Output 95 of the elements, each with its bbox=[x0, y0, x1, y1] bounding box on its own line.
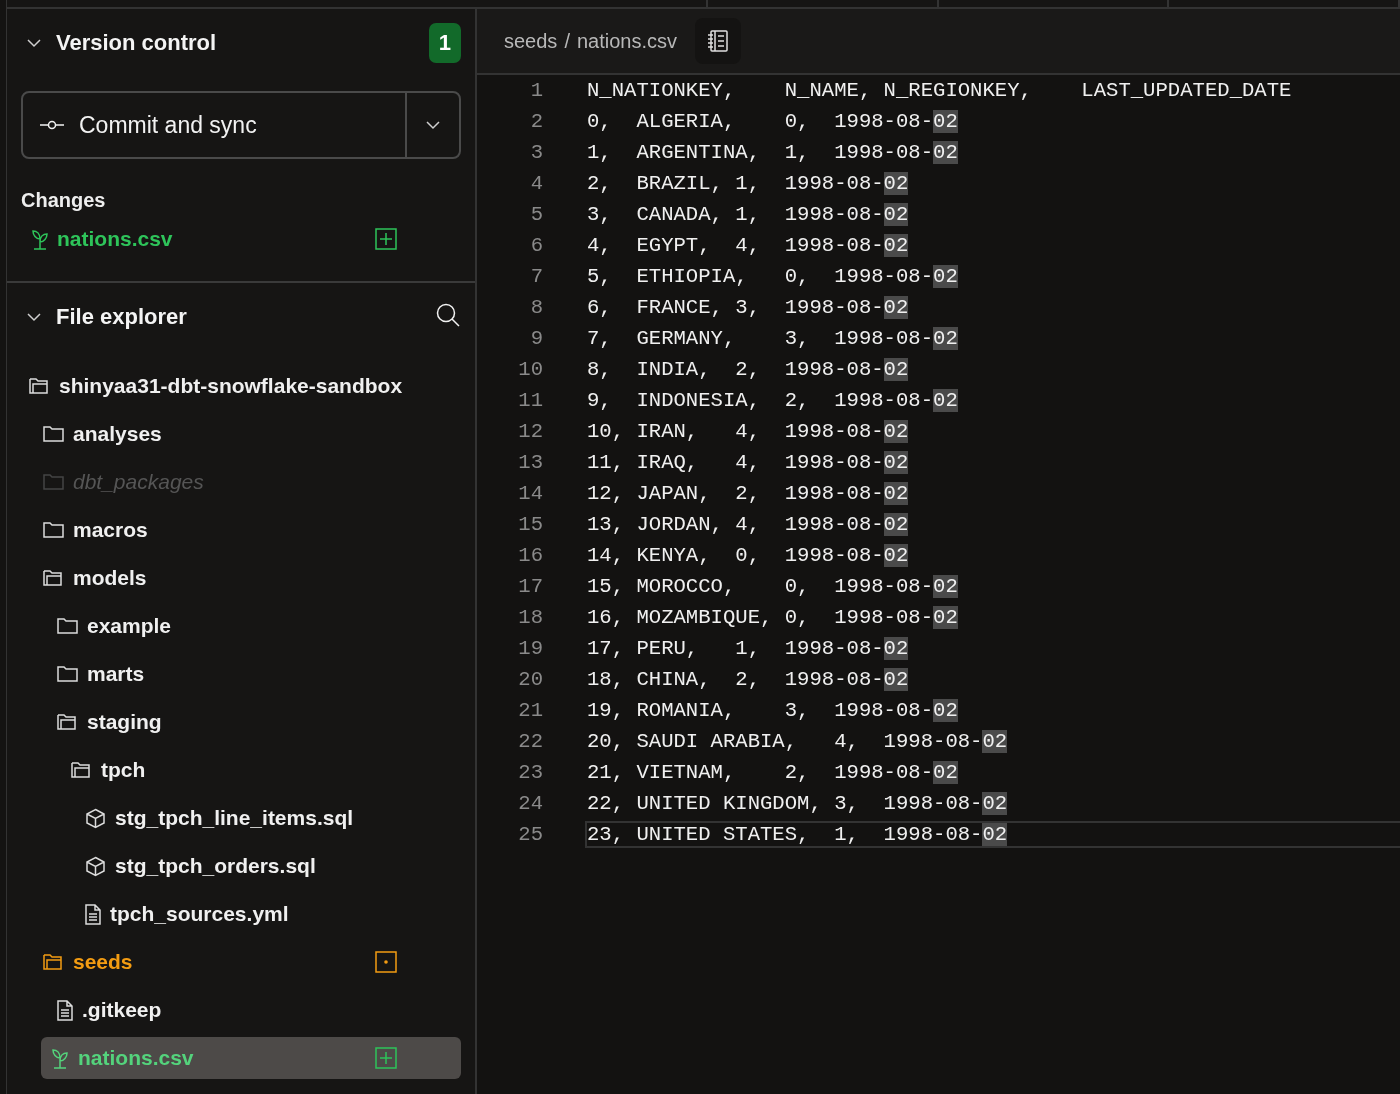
folder-item[interactable]: seeds bbox=[1, 938, 461, 986]
folder-item[interactable]: marts bbox=[1, 650, 461, 698]
code-line: 14, KENYA, 0, 1998-08-02 bbox=[587, 544, 910, 567]
folder-icon bbox=[57, 617, 78, 635]
line-number: 23 bbox=[517, 761, 543, 784]
line-number: 18 bbox=[517, 606, 543, 629]
folder-item[interactable]: shinyaa31-dbt-snowflake-sandbox bbox=[1, 362, 461, 410]
file-item[interactable]: stg_tpch_orders.sql bbox=[1, 842, 461, 890]
breadcrumb-separator: / bbox=[564, 29, 570, 53]
changes-label: Changes bbox=[21, 189, 107, 212]
code-line: 16, MOZAMBIQUE, 0, 1998-08-02 bbox=[587, 606, 959, 629]
file-item[interactable]: .gitkeep bbox=[1, 986, 461, 1034]
line-number: 6 bbox=[529, 234, 543, 257]
count-badge: 1 bbox=[428, 23, 461, 63]
code-line: 12, JAPAN, 2, 1998-08-02 bbox=[587, 482, 910, 505]
code-line: 21, VIETNAM, 2, 1998-08-02 bbox=[587, 761, 959, 784]
line-number: 5 bbox=[529, 203, 543, 226]
line-number: 7 bbox=[529, 265, 543, 288]
folder-item[interactable]: analyses bbox=[1, 410, 461, 458]
line-number: 8 bbox=[529, 296, 543, 319]
line-number: 3 bbox=[529, 141, 543, 164]
code-line: 1, ARGENTINA, 1, 1998-08-02 bbox=[587, 141, 959, 164]
code-line: N_NATIONKEY, N_NAME, N_REGIONKEY, LAST_UPDATED_DATE bbox=[587, 79, 1293, 102]
cube-icon bbox=[85, 807, 106, 829]
commit-icon bbox=[39, 120, 65, 130]
breadcrumb-item[interactable]: nations.csv bbox=[576, 29, 677, 53]
line-number: 21 bbox=[517, 699, 543, 722]
open-folder-icon bbox=[43, 569, 64, 587]
changed-file-item[interactable]: nations.csv bbox=[21, 219, 461, 259]
open-folder-icon bbox=[57, 713, 78, 731]
folder-item[interactable]: tpch bbox=[1, 746, 461, 794]
code-line: 8, INDIA, 2, 1998-08-02 bbox=[587, 358, 910, 381]
line-number: 24 bbox=[517, 792, 543, 815]
code-line: 15, MOROCCO, 0, 1998-08-02 bbox=[587, 575, 959, 598]
line-number: 22 bbox=[517, 730, 543, 753]
section-header[interactable]: File explorer bbox=[21, 304, 187, 330]
chevron-icon bbox=[26, 312, 42, 322]
code-line: 19, ROMANIA, 3, 1998-08-02 bbox=[587, 699, 959, 722]
open-folder-icon bbox=[71, 761, 92, 779]
code-line: 7, GERMANY, 3, 1998-08-02 bbox=[587, 327, 959, 350]
folder-item[interactable]: example bbox=[1, 602, 461, 650]
line-number: 17 bbox=[517, 575, 543, 598]
code-line: 18, CHINA, 2, 1998-08-02 bbox=[587, 668, 910, 691]
chevron-icon bbox=[425, 120, 441, 130]
code-line: 5, ETHIOPIA, 0, 1998-08-02 bbox=[587, 265, 959, 288]
line-number: 15 bbox=[517, 513, 543, 536]
folder-item[interactable]: models bbox=[1, 554, 461, 602]
file-item[interactable]: nations.csv bbox=[41, 1037, 461, 1079]
line-number: 4 bbox=[529, 172, 543, 195]
line-number: 19 bbox=[517, 637, 543, 660]
line-number: 10 bbox=[517, 358, 543, 381]
line-number: 2 bbox=[529, 110, 543, 133]
code-line: 13, JORDAN, 4, 1998-08-02 bbox=[587, 513, 910, 536]
code-line: 4, EGYPT, 4, 1998-08-02 bbox=[587, 234, 910, 257]
line-number: 1 bbox=[529, 79, 543, 102]
code-line: 23, UNITED STATES, 1, 1998-08-02 bbox=[585, 821, 1400, 848]
code-line: 20, SAUDI ARABIA, 4, 1998-08-02 bbox=[587, 730, 1009, 753]
sprout-icon bbox=[31, 228, 49, 250]
code-line: 3, CANADA, 1, 1998-08-02 bbox=[587, 203, 910, 226]
code-line: 6, FRANCE, 3, 1998-08-02 bbox=[587, 296, 910, 319]
line-number: 12 bbox=[517, 420, 543, 443]
line-number: 9 bbox=[529, 327, 543, 350]
code-line: 10, IRAN, 4, 1998-08-02 bbox=[587, 420, 910, 443]
folder-item[interactable]: macros bbox=[1, 506, 461, 554]
notebook-icon bbox=[706, 29, 730, 53]
chevron-icon bbox=[26, 38, 42, 48]
breadcrumb-item[interactable]: seeds bbox=[504, 29, 558, 53]
notebook-button[interactable] bbox=[695, 18, 741, 64]
search-icon bbox=[435, 302, 461, 328]
line-number: 11 bbox=[517, 389, 543, 412]
line-number: 25 bbox=[517, 823, 543, 846]
line-number: 16 bbox=[517, 544, 543, 567]
folder-icon bbox=[43, 521, 64, 539]
folder-icon bbox=[57, 665, 78, 683]
code-line: 17, PERU, 1, 1998-08-02 bbox=[587, 637, 910, 660]
code-line: 0, ALGERIA, 0, 1998-08-02 bbox=[587, 110, 959, 133]
code-line: 9, INDONESIA, 2, 1998-08-02 bbox=[587, 389, 959, 412]
file-item[interactable]: stg_tpch_line_items.sql bbox=[1, 794, 461, 842]
line-number: 13 bbox=[517, 451, 543, 474]
code-line: 2, BRAZIL, 1, 1998-08-02 bbox=[587, 172, 910, 195]
cube-icon bbox=[85, 855, 106, 877]
line-number: 20 bbox=[517, 668, 543, 691]
sprout-icon bbox=[51, 1047, 69, 1069]
folder-item[interactable]: staging bbox=[1, 698, 461, 746]
folder-icon bbox=[43, 425, 64, 443]
file-item[interactable]: tpch_sources.yml bbox=[1, 890, 461, 938]
open-folder-icon bbox=[29, 377, 50, 395]
section-header[interactable]: Version control bbox=[21, 30, 217, 56]
code-line: 22, UNITED KINGDOM, 3, 1998-08-02 bbox=[587, 792, 1009, 815]
open-folder-icon bbox=[43, 953, 64, 971]
document-icon bbox=[57, 999, 73, 1021]
line-number: 14 bbox=[517, 482, 543, 505]
code-line: 11, IRAQ, 4, 1998-08-02 bbox=[587, 451, 910, 474]
document-icon bbox=[85, 903, 101, 925]
folder-icon bbox=[43, 473, 64, 491]
